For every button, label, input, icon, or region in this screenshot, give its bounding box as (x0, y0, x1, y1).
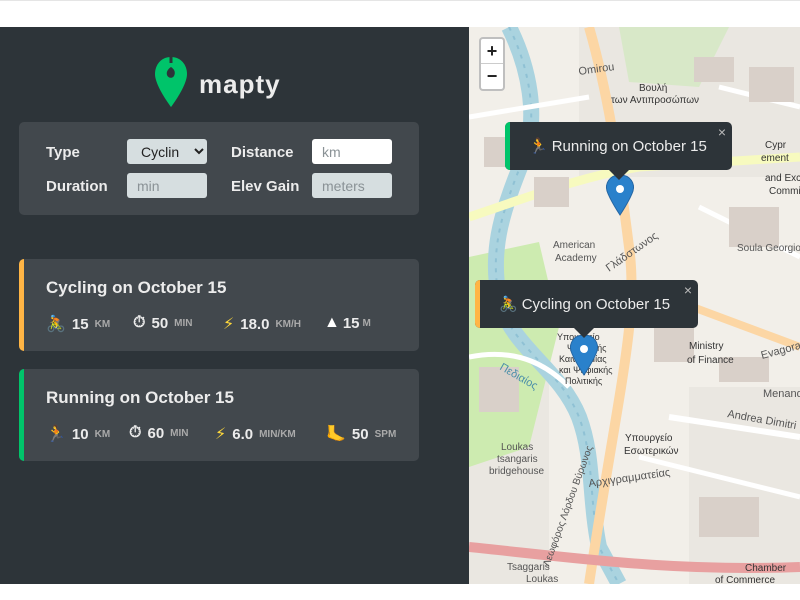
workout-distance: 🏃 10 KM (46, 424, 110, 444)
map-label: Βουλή (639, 82, 667, 94)
workout-duration: ⏱ 50 MIN (133, 314, 193, 332)
speed-unit: KM/H (275, 318, 301, 330)
workout-elevation: ▲ 15 M (324, 314, 371, 332)
workout-pace: ⚡ 6.0 MIN/KM (215, 424, 296, 444)
workout-color-bar (19, 369, 24, 461)
cyclist-icon: 🚴 (46, 316, 66, 333)
app-logo: mapty (154, 55, 294, 111)
browser-top-strip (0, 0, 800, 27)
stopwatch-icon: ⏱ (133, 314, 146, 331)
workout-color-bar (19, 259, 24, 351)
elev-unit: M (362, 317, 371, 329)
map-label: Soula Georgio (737, 243, 800, 254)
speed-value: 18.0 (240, 315, 270, 333)
map-label: των Αντιπροσώπων (611, 94, 699, 106)
map-label: Loukas (501, 442, 533, 453)
runner-icon: 🏃 (529, 138, 548, 155)
pace-value: 6.0 (232, 425, 254, 443)
distance-value: 10 (71, 425, 89, 443)
popup-tip (574, 328, 594, 338)
footprint-icon: 🦶 (326, 426, 346, 443)
map-label: of Commerce (715, 575, 775, 584)
browser-bottom-strip (0, 584, 800, 600)
workout-title: Cycling on October 15 (46, 278, 227, 297)
popup-running: 🏃 Running on October 15 × (505, 122, 732, 180)
zoom-in-button[interactable]: + (481, 39, 503, 64)
popup-text: Cycling on October 15 (521, 295, 671, 313)
cadence-value: 50 (351, 425, 369, 443)
map-label: Menandr (763, 388, 800, 400)
map-label: American (553, 240, 595, 251)
mountain-icon: ▲ (324, 314, 340, 331)
workout-running[interactable]: Running on October 15 🏃 10 KM ⏱ 60 MIN ⚡… (19, 369, 419, 461)
workout-cadence: 🦶 50 SPM (326, 424, 396, 444)
map-label: Εσωτερικών (624, 445, 679, 457)
workout-title: Running on October 15 (46, 388, 234, 407)
map-label: Πολιτικής (565, 376, 603, 386)
map-label: ement (761, 153, 789, 164)
workout-distance: 🚴 15 KM (46, 314, 110, 334)
runner-icon: 🏃 (46, 426, 66, 443)
map-label: tsangaris (497, 454, 538, 465)
elev-value: 15 (342, 314, 360, 332)
distance-unit: KM (94, 428, 111, 440)
map-label: Commi (769, 186, 800, 197)
popup-tip (609, 170, 629, 180)
elev-gain-label: Elev Gain (231, 178, 300, 195)
distance-input[interactable] (312, 139, 392, 164)
duration-input[interactable] (127, 173, 207, 198)
close-icon[interactable]: × (684, 282, 692, 298)
duration-label: Duration (46, 178, 108, 195)
duration-value: 60 (147, 424, 165, 442)
map-label: Tsaggaris (507, 562, 550, 573)
map-label: Academy (555, 253, 597, 264)
workout-speed: ⚡ 18.0 KM/H (223, 314, 301, 334)
cyclist-icon: 🚴 (499, 296, 518, 313)
map-label: Loukas (526, 574, 558, 584)
map-label: Cypr (765, 140, 787, 151)
workout-duration: ⏱ 60 MIN (129, 424, 189, 442)
map-label: Ministry (689, 341, 723, 352)
duration-value: 50 (151, 314, 169, 332)
duration-unit: MIN (174, 317, 193, 329)
zoom-control: + − (479, 37, 505, 91)
map-label: of Finance (687, 355, 734, 366)
close-icon[interactable]: × (718, 124, 726, 140)
map-label: Chamber (745, 563, 787, 574)
popup-color-bar (505, 122, 510, 170)
zoom-out-button[interactable]: − (481, 64, 503, 89)
distance-value: 15 (71, 315, 89, 333)
map-label: bridgehouse (489, 466, 544, 477)
distance-unit: KM (94, 318, 111, 330)
workout-cycling[interactable]: Cycling on October 15 🚴 15 KM ⏱ 50 MIN ⚡… (19, 259, 419, 351)
popup-text: Running on October 15 (551, 137, 707, 155)
type-label: Type (46, 144, 80, 161)
app-name: mapty (199, 69, 281, 99)
lightning-icon: ⚡ (223, 316, 235, 333)
cadence-unit: SPM (374, 428, 397, 440)
elev-gain-input[interactable] (312, 173, 392, 198)
map-label: Υπουργείο (625, 432, 673, 444)
workout-form: Type Cyclin Distance Duration Elev Gain (19, 122, 419, 215)
type-select[interactable]: Cyclin (127, 139, 207, 164)
pace-unit: MIN/KM (259, 428, 296, 440)
distance-label: Distance (231, 144, 294, 161)
popup-cycling: 🚴 Cycling on October 15 × (475, 280, 698, 338)
lightning-icon: ⚡ (215, 426, 227, 443)
map-pin-logo-icon (155, 57, 187, 107)
popup-color-bar (475, 280, 480, 328)
stopwatch-icon: ⏱ (129, 424, 142, 441)
duration-unit: MIN (170, 427, 189, 439)
map-label: and Excl (765, 173, 800, 184)
